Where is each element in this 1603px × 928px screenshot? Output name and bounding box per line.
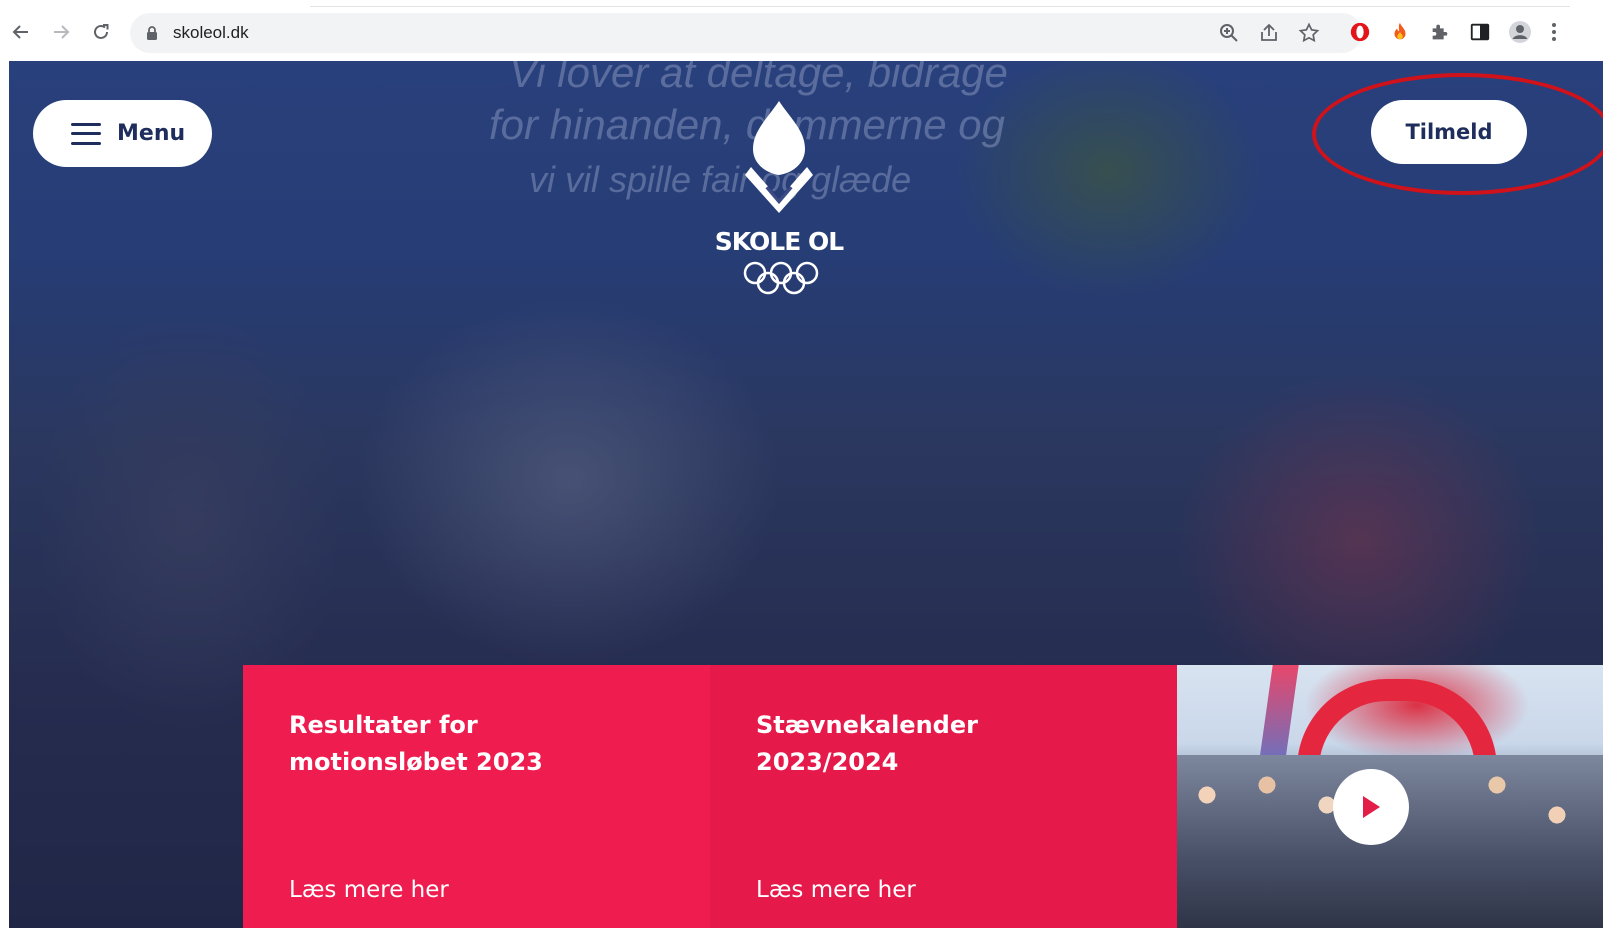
play-icon [1363,796,1380,818]
share-icon[interactable] [1258,22,1280,44]
signup-button-label: Tilmeld [1405,120,1493,144]
profile-icon[interactable] [1508,20,1532,44]
puzzle-extension-icon[interactable] [1428,20,1452,44]
opera-extension-icon[interactable] [1348,20,1372,44]
reload-icon[interactable] [88,19,114,45]
play-button[interactable] [1333,769,1409,845]
flame-extension-icon[interactable] [1388,20,1412,44]
browser-toolbar: skoleol.dk [0,0,1603,60]
lock-icon[interactable] [146,25,158,41]
kebab-menu-icon[interactable] [1548,20,1560,44]
zoom-icon[interactable] [1218,22,1240,44]
hamburger-icon [71,122,101,145]
signup-button[interactable]: Tilmeld [1371,100,1527,164]
logo-text: SKOLE OL [714,227,844,256]
menu-button[interactable]: Menu [33,100,212,167]
forward-arrow-icon[interactable] [48,19,74,45]
star-icon[interactable] [1298,22,1320,44]
video-thumbnail[interactable] [1177,665,1603,928]
flame-logo-icon [745,101,813,213]
menu-button-label: Menu [117,121,186,146]
skole-ol-logo[interactable]: SKOLE OL [709,101,849,301]
olympic-rings-icon [743,261,819,295]
side-panel-icon[interactable] [1468,20,1492,44]
tab-strip-divider [310,6,1570,7]
card-title: Stævnekalender 2023/2024 [756,711,978,776]
read-more-link[interactable]: Læs mere her [756,877,916,903]
back-arrow-icon[interactable] [8,19,34,45]
card-calendar[interactable]: Stævnekalender 2023/2024 Læs mere her [710,665,1177,928]
card-title: Resultater for motionsløbet 2023 [289,711,543,776]
address-bar[interactable]: skoleol.dk [130,13,1362,53]
read-more-link[interactable]: Læs mere her [289,877,449,903]
skoleol-page: Vi lover at deltage, bidrage for hinande… [9,61,1603,928]
address-url[interactable]: skoleol.dk [173,23,249,43]
card-results[interactable]: Resultater for motionsløbet 2023 Læs mer… [243,665,710,928]
